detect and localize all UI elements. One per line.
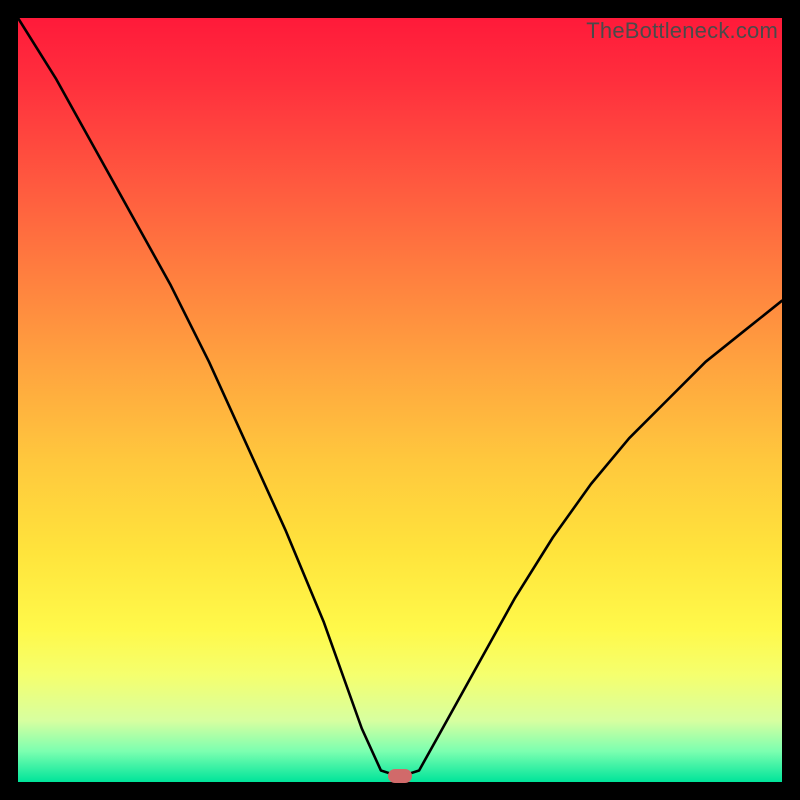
watermark-text: TheBottleneck.com xyxy=(586,18,778,44)
chart-frame: TheBottleneck.com xyxy=(0,0,800,800)
optimal-point-marker xyxy=(388,769,412,783)
curve-path xyxy=(18,18,782,777)
bottleneck-curve xyxy=(18,18,782,782)
gradient-plot-area: TheBottleneck.com xyxy=(18,18,782,782)
